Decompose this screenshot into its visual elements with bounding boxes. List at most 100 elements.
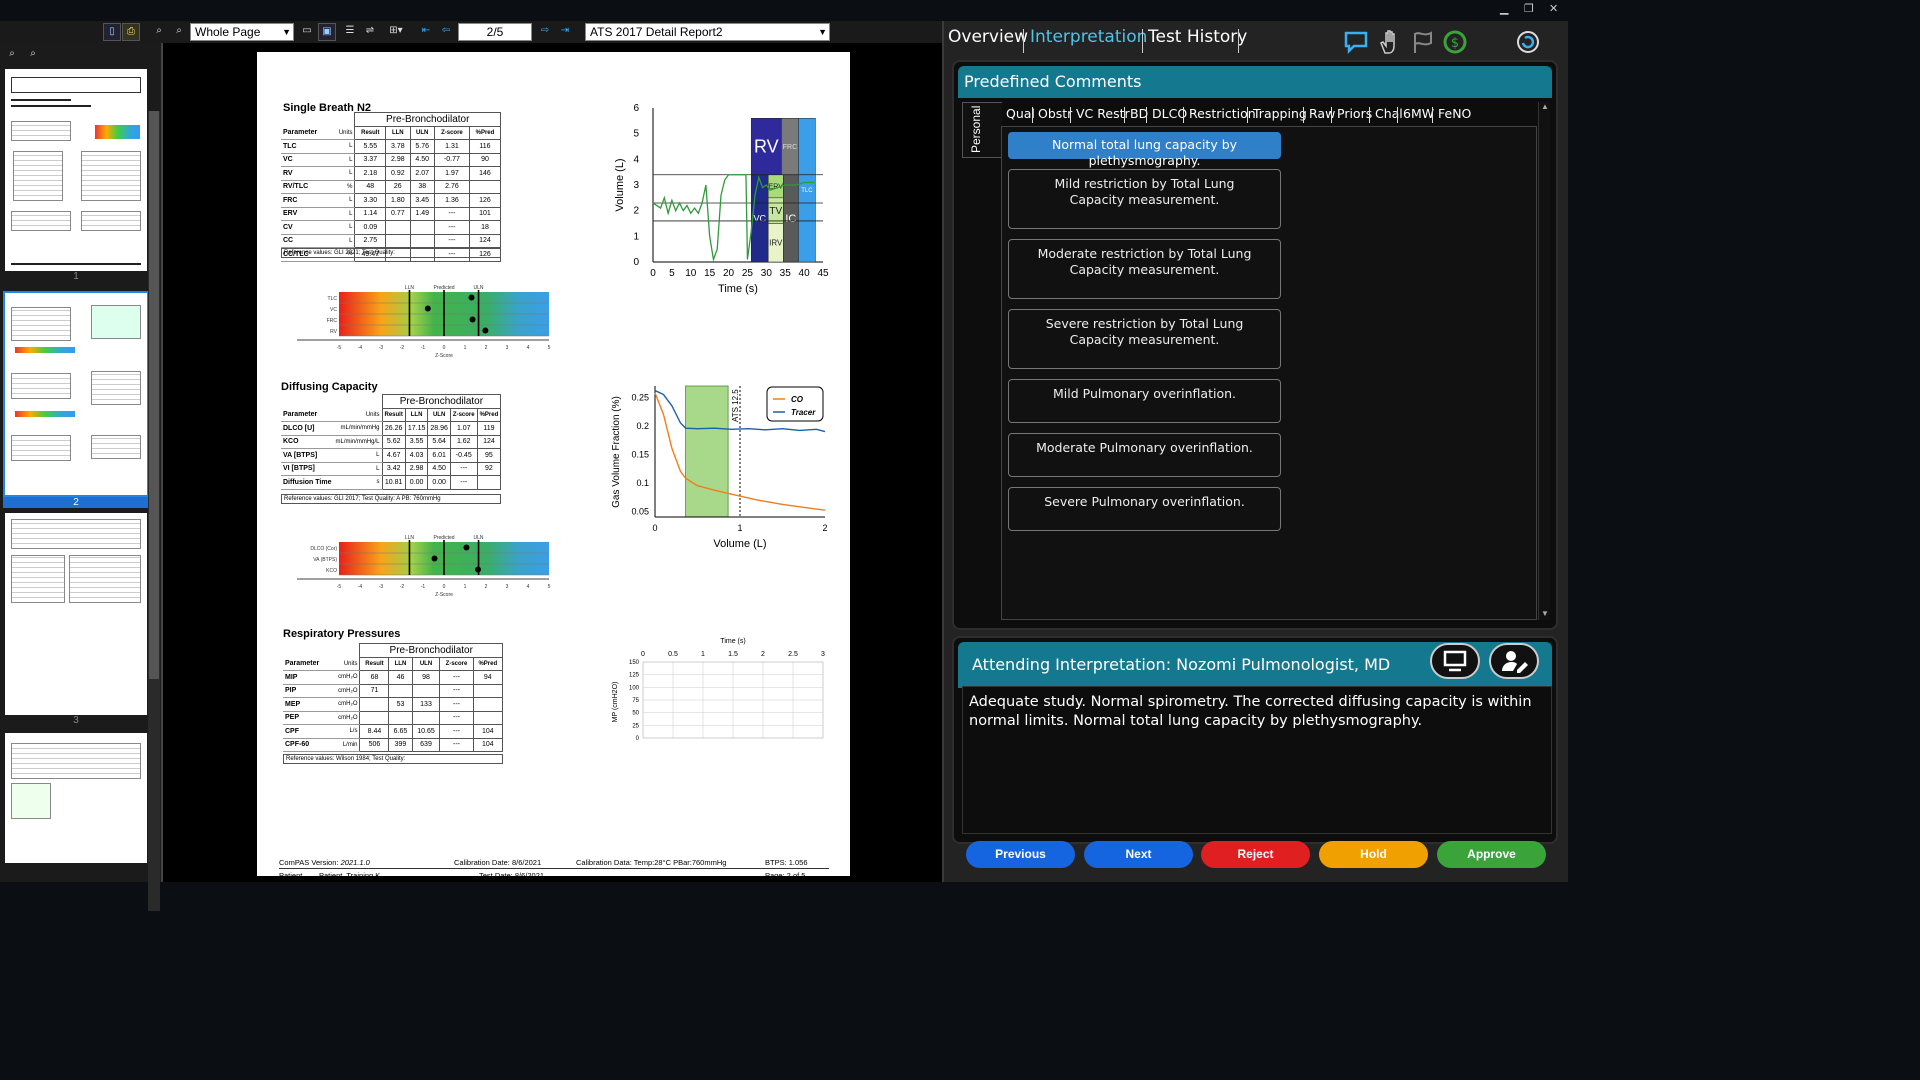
zoom-in-icon[interactable]: ⌕ — [170, 23, 188, 41]
zscore-marker-label: Predicted — [433, 285, 454, 291]
previous-button[interactable]: Previous — [966, 841, 1075, 868]
zoom-out-icon[interactable]: ⌕ — [150, 23, 168, 41]
next-page-icon[interactable]: ⇨ — [536, 23, 554, 41]
tab-separator — [1238, 29, 1239, 53]
y-tick-label: 4 — [633, 154, 639, 165]
comment-option[interactable]: Normal total lung capacity by plethysmog… — [1008, 132, 1281, 168]
comment-option[interactable]: Moderate Pulmonary overinflation. — [1008, 433, 1281, 477]
y-axis-label: Gas Volume Fraction (%) — [611, 396, 622, 508]
interpretation-textarea[interactable]: Adequate study. Normal spirometry. The c… — [962, 686, 1552, 834]
close-icon[interactable]: ✕ — [1549, 2, 1558, 15]
volume-box-label: IC — [785, 213, 796, 225]
zscore-tick: 5 — [548, 345, 551, 351]
table-cell: 48 — [354, 179, 387, 194]
restore-icon[interactable]: ❐ — [1524, 2, 1534, 15]
thumbnail-label: 1 — [3, 271, 149, 282]
y-tick-label: 0 — [636, 736, 640, 742]
tab-priors[interactable]: Priors — [1337, 106, 1372, 121]
comment-option[interactable]: Mild restriction by Total Lung Capacity … — [1008, 169, 1281, 229]
comment-option[interactable]: Moderate restriction by Total Lung Capac… — [1008, 239, 1281, 299]
tab-6mw[interactable]: 6MW — [1403, 106, 1434, 121]
table-cell: 0.92 — [385, 166, 411, 181]
footer-calibration-data: Calibration Data: Temp:28°C PBar:760mmHg — [576, 858, 727, 867]
tab-separator — [1023, 29, 1024, 53]
comment-scrollbar[interactable]: ▲ ▼ — [1538, 102, 1550, 620]
display-button[interactable] — [1430, 643, 1480, 679]
print-icon[interactable]: ⎙ — [122, 23, 140, 41]
tab-test-history[interactable]: Test History — [1148, 27, 1247, 47]
scrollbar-thumb[interactable] — [149, 111, 159, 679]
zoom-select[interactable]: Whole Page ▼ — [190, 23, 294, 41]
tab-personal[interactable]: Personal — [962, 102, 1002, 158]
page-number-input[interactable]: 2/5 — [458, 23, 532, 41]
single-page-icon[interactable]: ▯ — [103, 23, 121, 41]
table-cell: 26.26 — [381, 421, 406, 436]
thumb-zoom-out-icon[interactable]: ⌕ — [3, 46, 21, 64]
comment-option[interactable]: Mild Pulmonary overinflation. — [1008, 379, 1281, 423]
footer-version: 2021.1.0 — [340, 858, 370, 867]
facing-icon[interactable]: ⇌ — [361, 23, 379, 41]
flag-icon[interactable] — [1410, 29, 1436, 55]
thumb-zoom-in-icon[interactable]: ⌕ — [24, 46, 42, 64]
y-tick-label: 2 — [633, 206, 639, 217]
scroll-down-icon[interactable]: ▼ — [1541, 609, 1549, 618]
tab-feno[interactable]: FeNO — [1438, 106, 1471, 121]
refresh-icon[interactable] — [1515, 29, 1541, 55]
table-cell — [385, 220, 411, 235]
scroll-up-icon[interactable]: ▲ — [1541, 102, 1549, 111]
tab-restriction[interactable]: Restriction — [1189, 106, 1256, 121]
tab-chal[interactable]: Chal — [1375, 106, 1403, 121]
continuous-icon[interactable]: ☰ — [341, 23, 359, 41]
thumbnail-page-1[interactable] — [5, 69, 147, 271]
zscore-tick: 0 — [443, 584, 446, 590]
table-row: VI [BTPS] L 3.42 2.98 4.50 --- 92 — [281, 461, 502, 476]
approve-button[interactable]: Approve — [1437, 841, 1546, 868]
billing-icon[interactable]: $ — [1442, 29, 1468, 55]
minimize-icon[interactable]: ▁ — [1500, 2, 1508, 15]
thumbnail-page-3[interactable] — [5, 513, 147, 715]
hold-button[interactable]: Hold — [1319, 841, 1428, 868]
hand-icon[interactable] — [1377, 29, 1403, 55]
single-breath-zscore-chart: TLC VC FRC RV LLN Predicted ULN -5 -4 -3 -2 -1 0 1 2 3 4… — [297, 285, 551, 359]
report-select[interactable]: ATS 2017 Detail Report2 ▼ — [585, 23, 830, 41]
tab-dlco[interactable]: DLCO — [1152, 106, 1187, 121]
table-cell: VA [BTPS] — [281, 448, 334, 463]
fit-width-icon[interactable]: ▭ — [298, 23, 316, 41]
volume-box-label: FRC — [783, 144, 797, 151]
tab-overview[interactable]: Overview — [948, 27, 1028, 47]
report-viewer: ▯ ⎙ ⌕ ⌕ Whole Page ▼ ▭ ▣ ☰ ⇌ ⊞▾ ⇤ ⇦ 2/5 ⇨… — [0, 21, 942, 911]
table-cell: RV — [281, 166, 332, 181]
comment-icon[interactable] — [1343, 29, 1369, 55]
layout-icon[interactable]: ⊞▾ — [383, 23, 409, 41]
table-row: PEP cmH₂O --- — [283, 710, 504, 725]
mp-chart-title: Time (s) — [720, 638, 745, 645]
comment-option[interactable]: Severe restriction by Total Lung Capacit… — [1008, 309, 1281, 369]
tab-obstr[interactable]: Obstr — [1038, 106, 1072, 121]
table-row: ERV L 1.14 0.77 1.49 --- 101 — [281, 206, 502, 221]
thumbnail-page-4[interactable] — [5, 733, 147, 863]
edit-user-button[interactable] — [1489, 643, 1539, 679]
comment-option[interactable]: Severe Pulmonary overinflation. — [1008, 487, 1281, 531]
zscore-dot — [431, 555, 438, 562]
next-button[interactable]: Next — [1084, 841, 1193, 868]
group-header: Pre-Bronchodilator — [354, 112, 501, 127]
report-select-value: ATS 2017 Detail Report2 — [590, 25, 723, 39]
last-page-icon[interactable]: ⇥ — [556, 23, 574, 41]
tab-interpretation[interactable]: Interpretation — [1030, 27, 1147, 47]
table-cell: 5.62 — [381, 434, 406, 449]
table-row: TLC L 5.55 3.78 5.76 1.31 116 — [281, 139, 502, 154]
first-page-icon[interactable]: ⇤ — [417, 23, 435, 41]
table-cell: --- — [433, 206, 470, 221]
table-cell: 4.03 — [404, 448, 429, 463]
tab-trapping[interactable]: Trapping — [1253, 106, 1307, 121]
prev-page-icon[interactable]: ⇦ — [437, 23, 455, 41]
tab-vc-restr[interactable]: VC Restr — [1076, 106, 1130, 121]
fit-page-icon[interactable]: ▣ — [318, 23, 336, 41]
respiratory-table: Pre-Bronchodilator Parameter Units Result LL… — [283, 643, 504, 752]
table-cell: L — [331, 220, 355, 235]
table-cell: cmH₂O — [330, 711, 360, 725]
reject-button[interactable]: Reject — [1201, 841, 1310, 868]
thumbnail-scrollbar[interactable] — [148, 111, 160, 911]
tab-separator — [1247, 107, 1248, 123]
tab-qual[interactable]: Qual — [1006, 106, 1035, 121]
